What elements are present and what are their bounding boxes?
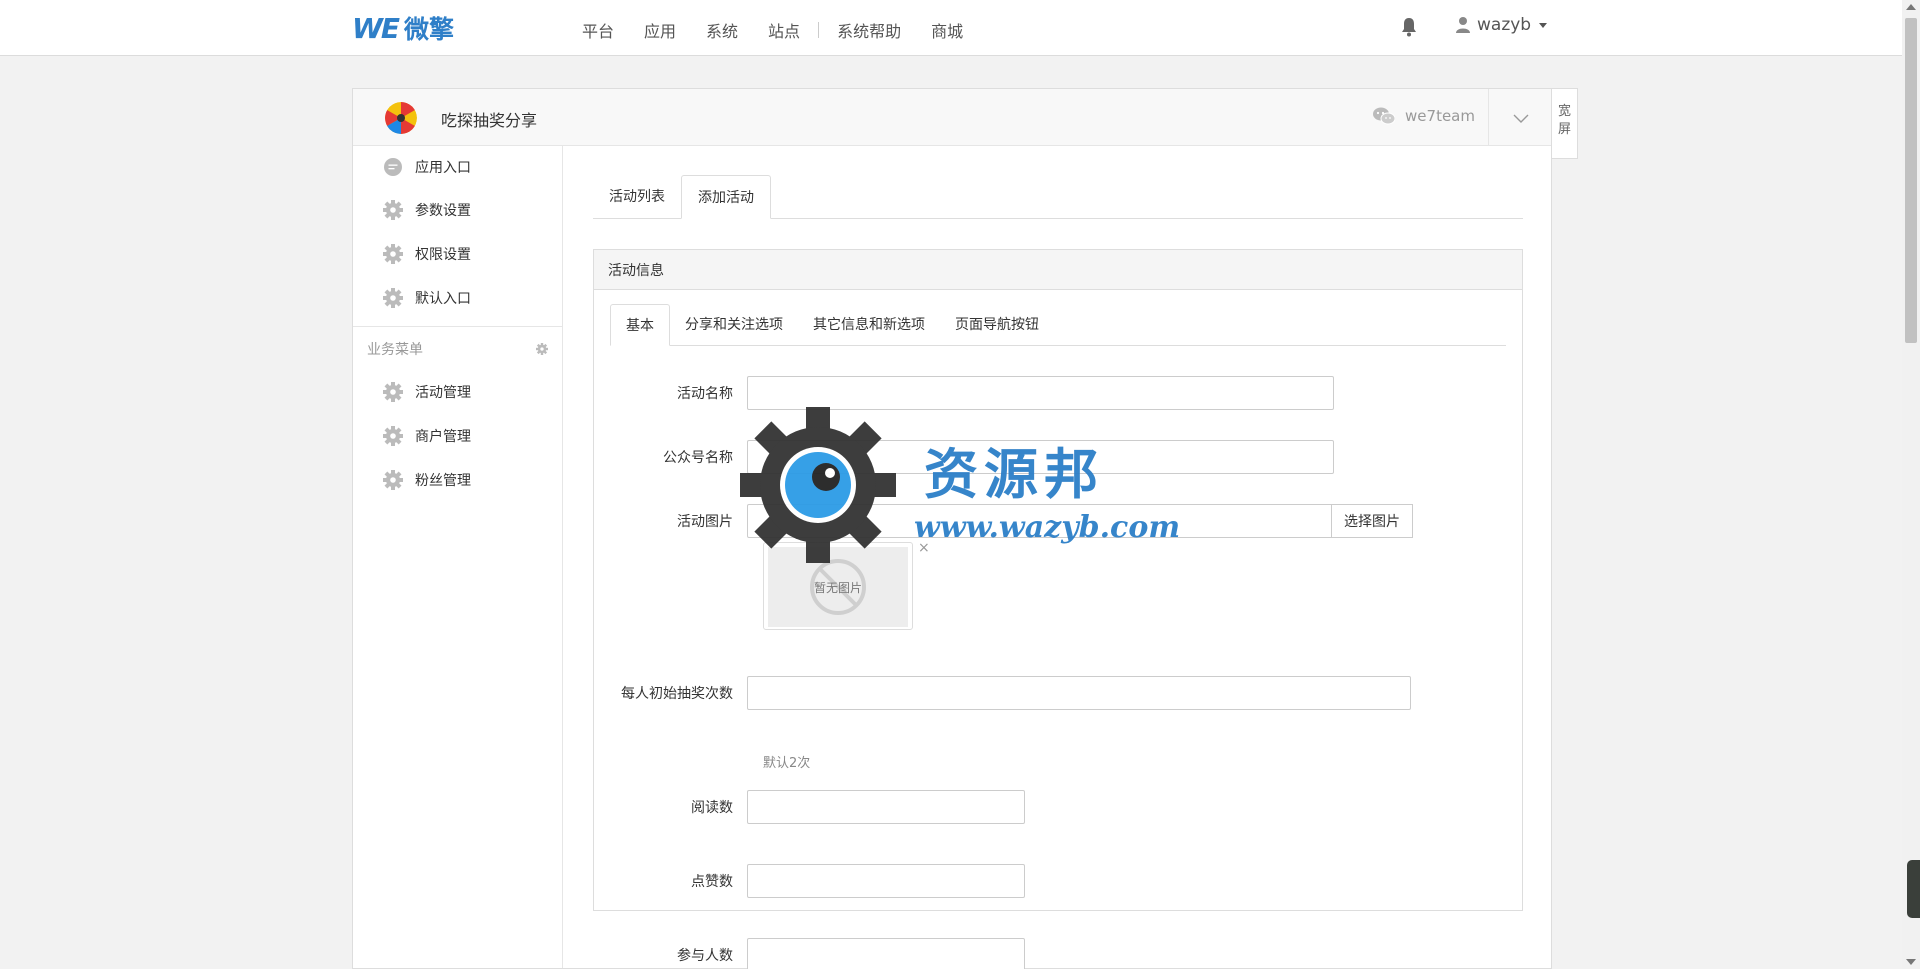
chevron-down-icon[interactable] (1513, 111, 1529, 127)
chat-bubble-icon (384, 158, 402, 176)
widescreen-toggle[interactable]: 宽屏 (1552, 88, 1578, 159)
main-nav: 平台 应用 系统 站点 系统帮助 商城 (582, 18, 993, 42)
module-icon (385, 102, 417, 134)
sidebar-item-fans[interactable]: 粉丝管理 (353, 458, 562, 502)
sidebar-item-label: 应用入口 (415, 160, 471, 176)
gear-icon (383, 382, 403, 402)
scroll-thumb[interactable] (1905, 18, 1917, 343)
sidebar-item-app-entry[interactable]: 应用入口 (353, 146, 562, 188)
nav-divider (818, 22, 820, 38)
subtab-share[interactable]: 分享和关注选项 (670, 303, 798, 345)
subtab-other-info[interactable]: 其它信息和新选项 (798, 303, 940, 345)
scroll-up-icon[interactable] (1906, 4, 1916, 10)
username: wazyb (1477, 15, 1532, 35)
nav-system[interactable]: 系统 (706, 18, 738, 42)
watermark: 资源邦 www.wazyb.com (734, 405, 1194, 565)
wechat-account-name: we7team (1405, 107, 1475, 125)
module-title: 吃探抽奖分享 (441, 111, 538, 130)
module-header: 吃探抽奖分享 we7team (353, 89, 1551, 146)
gear-icon (383, 426, 403, 446)
subtab-nav-buttons[interactable]: 页面导航按钮 (940, 303, 1054, 345)
no-image-text: 暂无图片 (813, 580, 862, 595)
gear-icon (383, 244, 403, 264)
settings-icon[interactable] (536, 342, 548, 355)
field-label: 活动图片 (677, 514, 733, 530)
sidebar-item-params[interactable]: 参数设置 (353, 188, 562, 232)
field-label: 活动名称 (677, 386, 733, 402)
sidebar-item-default-entry[interactable]: 默认入口 (353, 276, 562, 320)
nav-apps[interactable]: 应用 (644, 18, 676, 42)
nav-help[interactable]: 系统帮助 (837, 18, 901, 42)
wechat-icon (1373, 107, 1396, 125)
top-navbar: WE 微擎 平台 应用 系统 站点 系统帮助 商城 wazyb (0, 0, 1902, 56)
field-likes: 点赞数 (610, 864, 1025, 898)
gear-icon (383, 288, 403, 308)
module-sidebar: 应用入口 参数设置 权限设置 默认入口 业务菜单 活动管理 商户管理 粉丝管理 (353, 146, 563, 968)
logo-mark: WE (352, 11, 400, 45)
sidebar-item-label: 默认入口 (415, 291, 471, 307)
page-tabs: 活动列表 添加活动 (593, 175, 1523, 219)
sidebar-group-business: 业务菜单 (353, 326, 562, 370)
logo-text: 微擎 (404, 15, 455, 44)
floating-widget[interactable] (1907, 860, 1920, 918)
header-divider (1488, 89, 1489, 146)
field-label: 公众号名称 (663, 450, 733, 466)
initial-draws-input[interactable] (747, 676, 1411, 710)
field-reads: 阅读数 (610, 790, 1025, 824)
draws-help-text: 默认2次 (763, 756, 811, 771)
field-label: 阅读数 (691, 800, 733, 816)
gear-icon (383, 470, 403, 490)
sidebar-item-permissions[interactable]: 权限设置 (353, 232, 562, 276)
subtab-basic[interactable]: 基本 (610, 304, 670, 346)
field-label: 每人初始抽奖次数 (621, 686, 733, 702)
field-initial-draws: 每人初始抽奖次数 (610, 676, 1411, 710)
bell-icon[interactable] (1400, 17, 1418, 37)
sidebar-item-label: 活动管理 (415, 385, 471, 401)
participants-input[interactable] (747, 938, 1025, 969)
user-icon (1456, 17, 1470, 33)
activity-info-panel: 活动信息 基本 分享和关注选项 其它信息和新选项 页面导航按钮 活动名称 公众号… (593, 249, 1523, 969)
logo[interactable]: WE 微擎 (352, 11, 455, 45)
nav-platform[interactable]: 平台 (582, 18, 614, 42)
sidebar-item-label: 权限设置 (415, 247, 471, 263)
tab-activity-list[interactable]: 活动列表 (593, 174, 681, 218)
activity-form: 基本 分享和关注选项 其它信息和新选项 页面导航按钮 活动名称 公众号名称 活动… (594, 290, 1522, 969)
wechat-account[interactable]: we7team (1373, 107, 1475, 125)
page-scrollbar[interactable] (1902, 0, 1920, 969)
reads-input[interactable] (747, 790, 1025, 824)
gear-icon (383, 200, 403, 220)
field-participants: 参与人数 (610, 938, 1025, 969)
nav-store[interactable]: 商城 (931, 18, 963, 42)
form-subtabs: 基本 分享和关注选项 其它信息和新选项 页面导航按钮 (610, 304, 1506, 346)
panel-title: 活动信息 (594, 250, 1522, 290)
sidebar-item-merchants[interactable]: 商户管理 (353, 414, 562, 458)
scroll-down-icon[interactable] (1906, 959, 1916, 965)
field-label: 点赞数 (691, 874, 733, 890)
sidebar-item-label: 粉丝管理 (415, 473, 471, 489)
sidebar-item-label: 商户管理 (415, 429, 471, 445)
user-menu[interactable]: wazyb (1455, 15, 1548, 35)
caret-down-icon (1539, 22, 1548, 28)
sidebar-item-activities[interactable]: 活动管理 (353, 370, 562, 414)
sidebar-group-label: 业务菜单 (367, 341, 423, 358)
likes-input[interactable] (747, 864, 1025, 898)
choose-image-button[interactable]: 选择图片 (1332, 504, 1413, 538)
field-label: 参与人数 (677, 948, 733, 964)
watermark-gear-icon (740, 407, 896, 563)
sidebar-item-label: 参数设置 (415, 203, 471, 219)
nav-site[interactable]: 站点 (768, 18, 800, 42)
tab-add-activity[interactable]: 添加活动 (681, 175, 771, 219)
watermark-url: www.wazyb.com (914, 510, 1181, 545)
watermark-title: 资源邦 (924, 442, 1104, 506)
